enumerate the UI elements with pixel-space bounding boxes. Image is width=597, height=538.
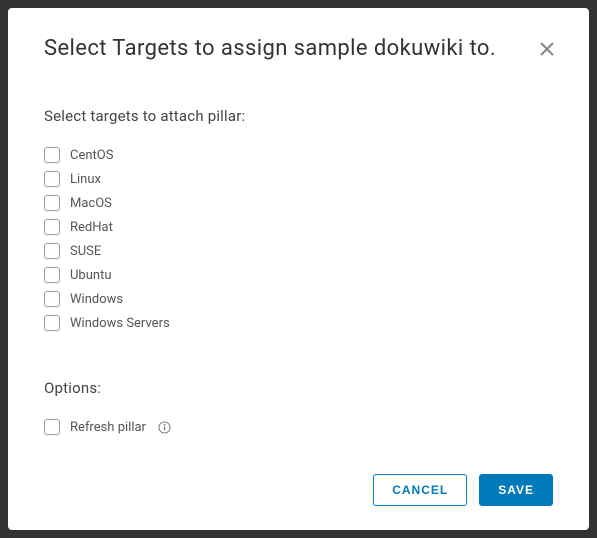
options-list: Refresh pillar bbox=[44, 419, 553, 435]
target-checkbox-windows[interactable] bbox=[44, 291, 60, 307]
target-row: SUSE bbox=[44, 243, 553, 259]
target-checkbox-windows-servers[interactable] bbox=[44, 315, 60, 331]
target-label[interactable]: RedHat bbox=[70, 220, 113, 235]
option-label[interactable]: Refresh pillar bbox=[70, 420, 146, 435]
targets-section-label: Select targets to attach pillar: bbox=[44, 107, 553, 125]
target-row: MacOS bbox=[44, 195, 553, 211]
target-label[interactable]: SUSE bbox=[70, 244, 101, 259]
modal-title: Select Targets to assign sample dokuwiki… bbox=[44, 36, 553, 61]
target-checkbox-redhat[interactable] bbox=[44, 219, 60, 235]
target-checkbox-macos[interactable] bbox=[44, 195, 60, 211]
targets-list: CentOS Linux MacOS RedHat SUSE Ubuntu Wi… bbox=[44, 147, 553, 331]
target-checkbox-linux[interactable] bbox=[44, 171, 60, 187]
target-label[interactable]: CentOS bbox=[70, 148, 113, 163]
target-row: Windows bbox=[44, 291, 553, 307]
target-label[interactable]: Linux bbox=[70, 172, 101, 187]
option-row: Refresh pillar bbox=[44, 419, 553, 435]
target-row: Windows Servers bbox=[44, 315, 553, 331]
target-row: Linux bbox=[44, 171, 553, 187]
target-label[interactable]: MacOS bbox=[70, 196, 112, 211]
target-label[interactable]: Windows Servers bbox=[70, 316, 170, 331]
target-checkbox-ubuntu[interactable] bbox=[44, 267, 60, 283]
target-checkbox-centos[interactable] bbox=[44, 147, 60, 163]
options-section-label: Options: bbox=[44, 379, 553, 397]
option-checkbox-refresh-pillar[interactable] bbox=[44, 419, 60, 435]
target-label[interactable]: Ubuntu bbox=[70, 268, 112, 283]
target-label[interactable]: Windows bbox=[70, 292, 123, 307]
close-icon bbox=[539, 41, 555, 57]
target-row: Ubuntu bbox=[44, 267, 553, 283]
modal-footer: CANCEL SAVE bbox=[44, 474, 553, 506]
close-button[interactable] bbox=[539, 40, 557, 58]
target-checkbox-suse[interactable] bbox=[44, 243, 60, 259]
cancel-button[interactable]: CANCEL bbox=[373, 474, 467, 506]
target-row: CentOS bbox=[44, 147, 553, 163]
target-row: RedHat bbox=[44, 219, 553, 235]
save-button[interactable]: SAVE bbox=[479, 474, 553, 506]
modal-dialog: Select Targets to assign sample dokuwiki… bbox=[8, 8, 589, 530]
info-icon[interactable] bbox=[158, 421, 171, 434]
